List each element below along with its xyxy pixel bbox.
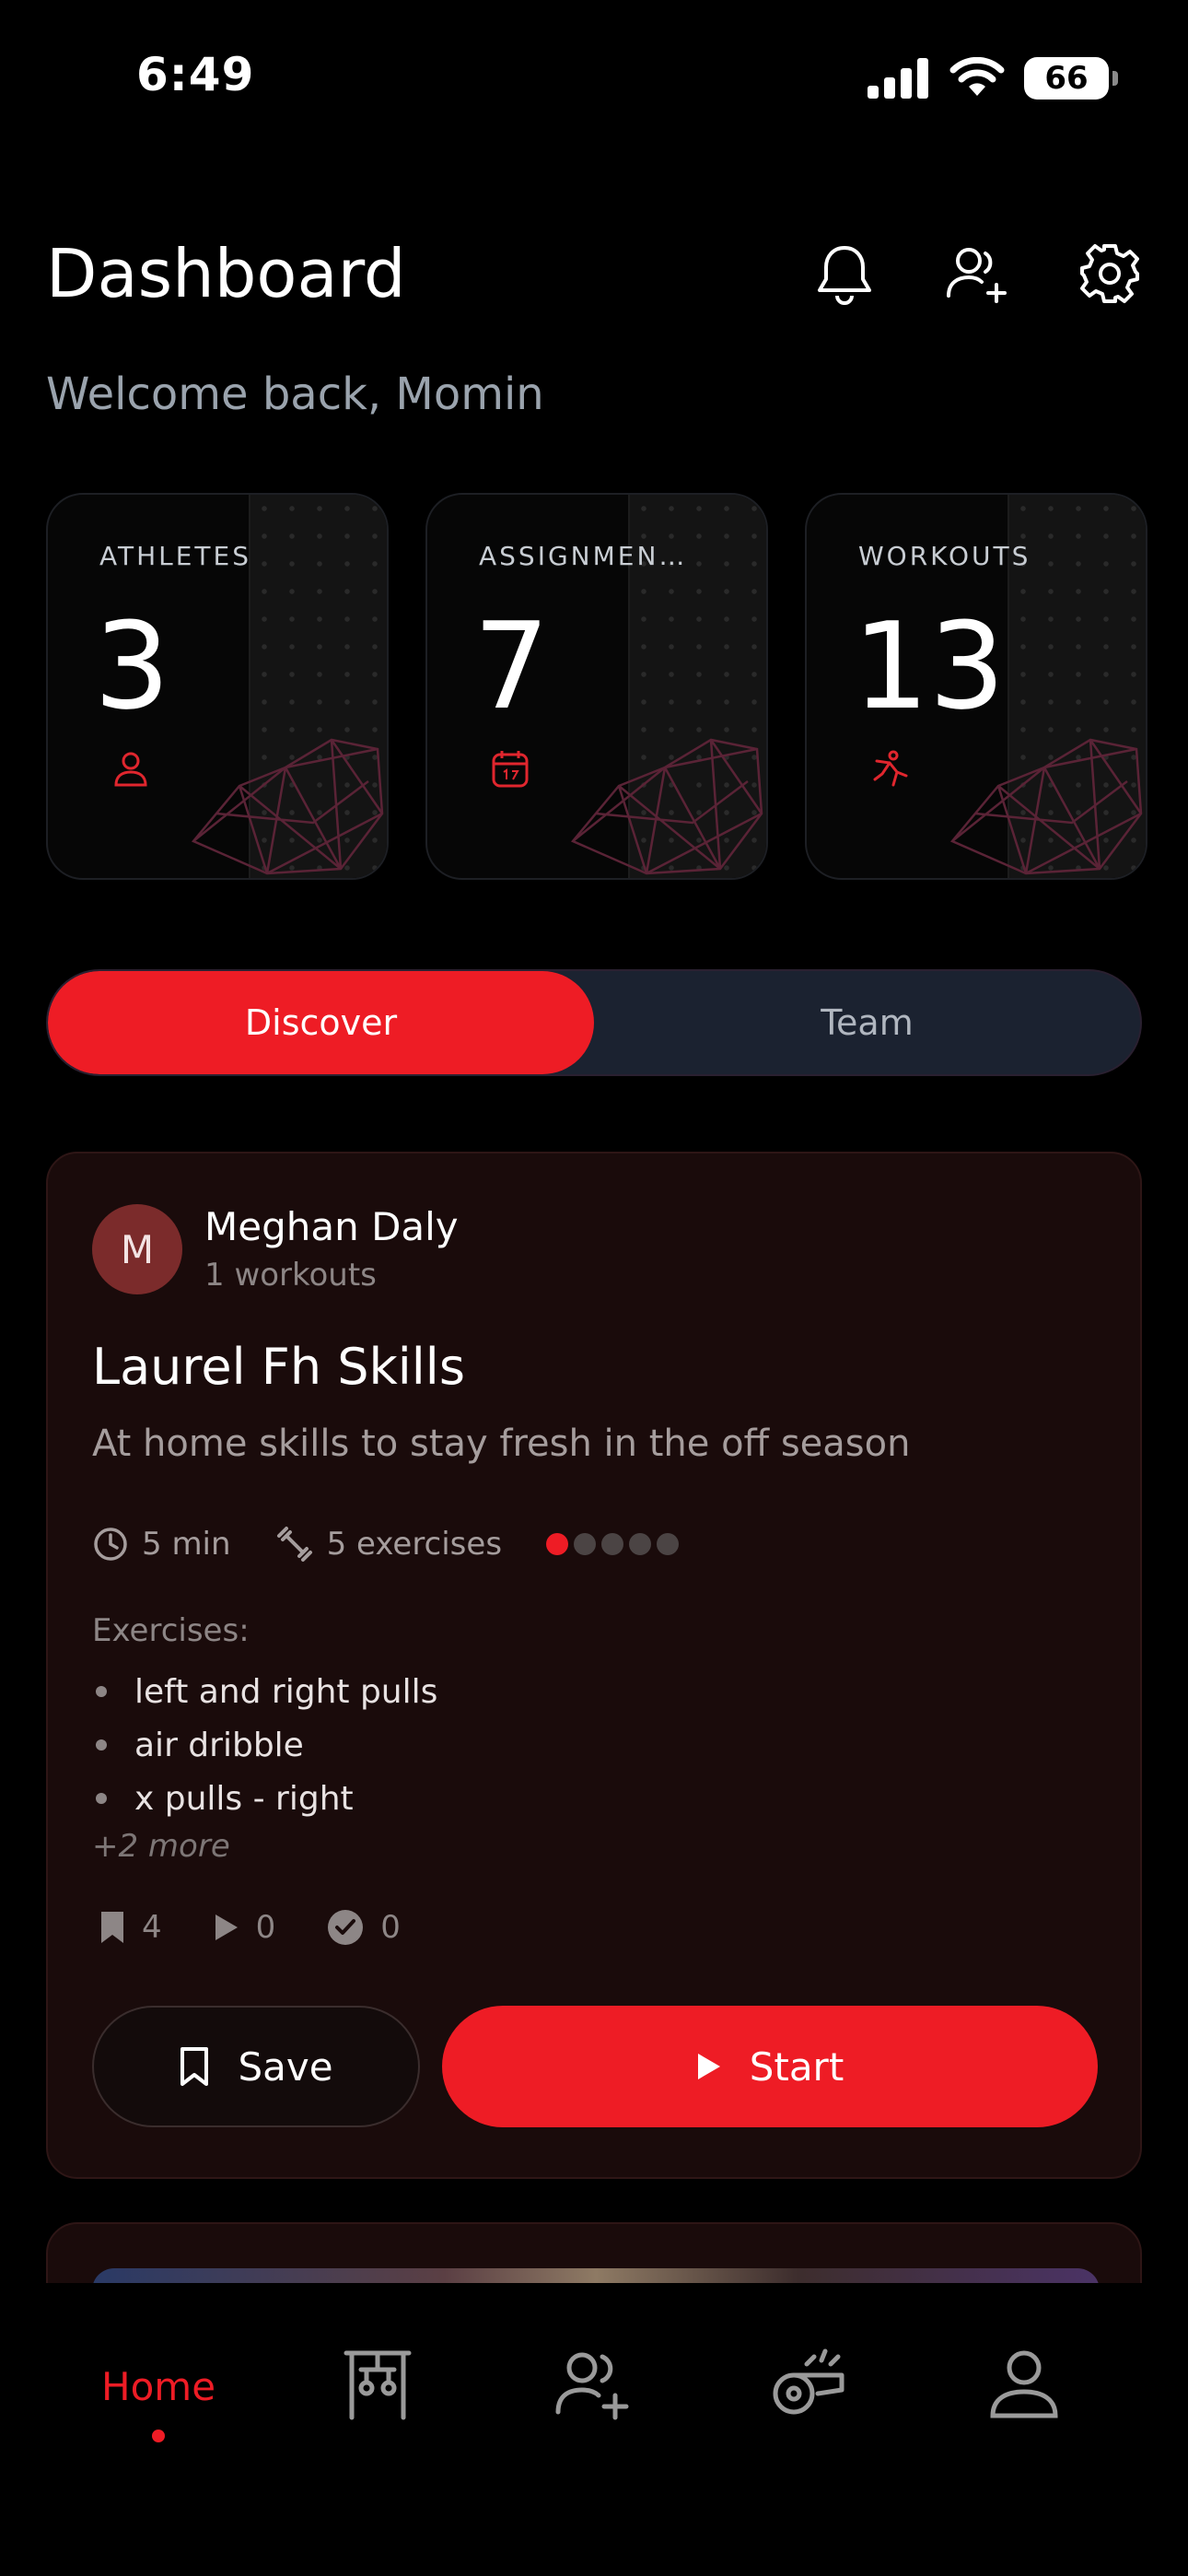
stat-label: ATHLETES bbox=[99, 541, 251, 571]
exercises-heading: Exercises: bbox=[92, 1612, 250, 1649]
status-time: 6:49 bbox=[136, 48, 255, 101]
gear-icon bbox=[1080, 244, 1139, 303]
bookmark-outline-icon bbox=[181, 2047, 209, 2086]
add-athlete-button[interactable] bbox=[943, 240, 1011, 308]
duration-label: 5 min bbox=[142, 1526, 231, 1563]
tab-discover[interactable]: Discover bbox=[48, 971, 594, 1074]
tab-coach[interactable] bbox=[770, 2348, 847, 2421]
workout-meta: 5 min 5 exercises bbox=[92, 1525, 680, 1563]
author-name[interactable]: Meghan Daly bbox=[204, 1204, 459, 1249]
workout-description: At home skills to stay fresh in the off … bbox=[92, 1423, 911, 1465]
page-title: Dashboard bbox=[46, 235, 406, 312]
profile-icon bbox=[990, 2350, 1058, 2418]
saves-value: 4 bbox=[142, 1909, 162, 1946]
completions-value: 0 bbox=[380, 1909, 401, 1946]
difficulty-dot bbox=[629, 1533, 652, 1555]
exercise-count: 5 exercises bbox=[275, 1525, 502, 1563]
active-indicator bbox=[152, 2430, 166, 2442]
list-item: air dribble bbox=[92, 1718, 437, 1772]
bell-icon bbox=[818, 246, 871, 305]
dumbbell-icon bbox=[276, 1527, 312, 1562]
difficulty-dot bbox=[657, 1533, 680, 1555]
tab-athletes[interactable] bbox=[554, 2348, 632, 2421]
tab-team[interactable]: Team bbox=[594, 971, 1140, 1074]
network-decoration bbox=[570, 738, 763, 875]
start-label: Start bbox=[749, 2043, 844, 2090]
plays-count: 0 bbox=[214, 1909, 276, 1946]
check-circle-icon bbox=[328, 1910, 364, 1945]
gym-rack-icon bbox=[344, 2350, 412, 2420]
stat-card-athletes[interactable]: ATHLETES 3 bbox=[46, 493, 389, 880]
notifications-button[interactable] bbox=[810, 240, 879, 308]
whistle-icon bbox=[773, 2348, 844, 2415]
add-user-icon bbox=[555, 2352, 629, 2420]
stat-value: 7 bbox=[473, 596, 550, 736]
duration: 5 min bbox=[92, 1526, 231, 1563]
network-decoration bbox=[949, 738, 1143, 875]
battery-indicator: 66 bbox=[1024, 57, 1118, 100]
list-item: left and right pulls bbox=[92, 1665, 437, 1718]
play-icon bbox=[215, 1914, 238, 1940]
avatar[interactable]: M bbox=[92, 1204, 182, 1294]
person-icon bbox=[114, 752, 147, 787]
author-workout-count: 1 workouts bbox=[204, 1257, 377, 1294]
exercise-list: left and right pulls air dribble x pulls… bbox=[92, 1665, 437, 1825]
difficulty-dot bbox=[574, 1533, 597, 1555]
engagement-stats: 4 0 0 bbox=[99, 1909, 452, 1946]
discover-team-toggle: Discover Team bbox=[46, 969, 1142, 1076]
signal-icon bbox=[868, 58, 928, 99]
difficulty-dots bbox=[546, 1533, 680, 1555]
status-bar: 6:49 66 bbox=[0, 0, 1188, 157]
tab-profile[interactable] bbox=[987, 2348, 1061, 2421]
exercise-count-label: 5 exercises bbox=[326, 1526, 503, 1563]
network-decoration bbox=[191, 738, 384, 875]
list-item: x pulls - right bbox=[92, 1772, 437, 1825]
bookmark-icon bbox=[101, 1912, 123, 1943]
completions-count: 0 bbox=[327, 1909, 401, 1946]
workout-title: Laurel Fh Skills bbox=[92, 1338, 465, 1396]
stat-label: WORKOUTS bbox=[858, 541, 1031, 571]
athlete-icon bbox=[873, 750, 908, 787]
header-actions bbox=[810, 240, 1144, 308]
difficulty-dot bbox=[601, 1533, 624, 1555]
stats-row: ATHLETES 3 ASSIGNMEN... 7 WORKOUTS 13 bbox=[46, 493, 1147, 880]
tab-home-label: Home bbox=[101, 2364, 216, 2409]
stat-label: ASSIGNMEN... bbox=[479, 541, 691, 571]
save-label: Save bbox=[238, 2043, 333, 2090]
tab-workouts[interactable] bbox=[341, 2348, 414, 2421]
tab-home[interactable]: Home bbox=[101, 2348, 215, 2442]
settings-button[interactable] bbox=[1076, 240, 1144, 308]
stat-card-assignments[interactable]: ASSIGNMEN... 7 bbox=[425, 493, 768, 880]
save-button[interactable]: Save bbox=[92, 2006, 420, 2127]
stat-value: 13 bbox=[853, 596, 1006, 736]
workout-card[interactable]: M Meghan Daly 1 workouts Laurel Fh Skill… bbox=[46, 1152, 1142, 2179]
stat-value: 3 bbox=[94, 596, 170, 736]
calendar-icon bbox=[492, 751, 529, 788]
clock-icon bbox=[94, 1528, 127, 1561]
more-exercises: +2 more bbox=[92, 1828, 230, 1865]
welcome-message: Welcome back, Momin bbox=[46, 369, 544, 420]
stat-card-workouts[interactable]: WORKOUTS 13 bbox=[805, 493, 1147, 880]
saves-count: 4 bbox=[99, 1909, 162, 1946]
bottom-tab-bar: Home bbox=[0, 2283, 1188, 2576]
add-user-icon bbox=[947, 248, 1007, 303]
status-icons: 66 bbox=[868, 57, 1118, 100]
plays-value: 0 bbox=[255, 1909, 276, 1946]
wifi-icon bbox=[949, 57, 1005, 96]
play-icon bbox=[697, 2054, 720, 2079]
start-button[interactable]: Start bbox=[442, 2006, 1098, 2127]
difficulty-dot bbox=[546, 1533, 569, 1555]
